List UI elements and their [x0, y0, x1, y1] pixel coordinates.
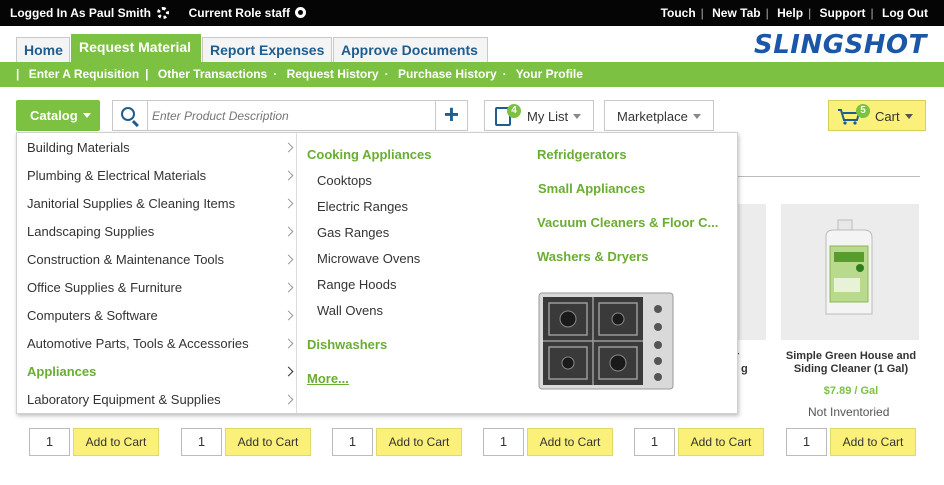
catalog-label: Catalog — [30, 108, 78, 123]
subnav-purchase-history[interactable]: Purchase History — [398, 67, 497, 81]
quantity-input[interactable]: 1 — [483, 428, 524, 456]
add-product-button[interactable]: + — [435, 101, 467, 130]
catalog-button[interactable]: Catalog — [16, 100, 100, 131]
add-to-cart-button[interactable]: Add to Cart — [527, 428, 613, 456]
divider — [738, 176, 920, 177]
add-to-cart-button[interactable]: Add to Cart — [376, 428, 462, 456]
submenu-range-hoods[interactable]: Range Hoods — [317, 277, 397, 292]
chevron-down-icon — [82, 113, 91, 118]
tab-request-material[interactable]: Request Material — [71, 34, 201, 62]
chevron-right-icon — [283, 198, 294, 209]
category-office-supplies[interactable]: Office Supplies & Furniture — [27, 280, 182, 295]
tab-report-expenses[interactable]: Report Expenses — [202, 37, 332, 62]
submenu-dishwashers[interactable]: Dishwashers — [307, 337, 387, 352]
submenu-cooktops[interactable]: Cooktops — [317, 173, 372, 188]
category-appliances[interactable]: Appliances — [27, 364, 96, 379]
chevron-right-icon — [283, 282, 294, 293]
submenu-electric-ranges[interactable]: Electric Ranges — [317, 199, 408, 214]
category-building-materials[interactable]: Building Materials — [27, 140, 130, 155]
help-link[interactable]: Help — [777, 6, 803, 20]
submenu-vacuum-cleaners[interactable]: Vacuum Cleaners & Floor C... — [537, 215, 718, 230]
marketplace-button[interactable]: Marketplace — [604, 100, 714, 131]
chevron-right-icon — [283, 226, 294, 237]
quantity-input[interactable]: 1 — [786, 428, 827, 456]
cart-label: Cart — [875, 109, 900, 124]
role-switch-icon[interactable] — [295, 7, 307, 18]
submenu-cooking-appliances[interactable]: Cooking Appliances — [307, 147, 431, 162]
quantity-input[interactable]: 1 — [181, 428, 222, 456]
category-laboratory[interactable]: Laboratory Equipment & Supplies — [27, 392, 221, 407]
search-icon[interactable] — [121, 107, 135, 121]
submenu-wall-ovens[interactable]: Wall Ovens — [317, 303, 383, 318]
chevron-right-icon — [283, 366, 294, 377]
chevron-right-icon — [283, 142, 294, 153]
log-out-link[interactable]: Log Out — [882, 6, 928, 20]
submenu-refrigerators[interactable]: Refridgerators — [537, 147, 627, 162]
role-value[interactable]: staff — [265, 6, 290, 20]
chevron-right-icon — [283, 338, 294, 349]
category-computers-software[interactable]: Computers & Software — [27, 308, 158, 323]
submenu-microwave-ovens[interactable]: Microwave Ovens — [317, 251, 420, 266]
cart-count-badge: 5 — [856, 104, 870, 118]
quantity-input[interactable]: 1 — [634, 428, 675, 456]
chevron-right-icon — [283, 310, 294, 321]
category-plumbing-electrical[interactable]: Plumbing & Electrical Materials — [27, 168, 206, 183]
add-to-cart-button[interactable]: Add to Cart — [678, 428, 764, 456]
chevron-down-icon — [573, 114, 582, 119]
chevron-down-icon — [904, 114, 913, 119]
category-janitorial[interactable]: Janitorial Supplies & Cleaning Items — [27, 196, 235, 211]
chevron-right-icon — [283, 394, 294, 405]
subnav-enter-requisition[interactable]: Enter A Requisition — [29, 67, 139, 81]
subnav-request-history[interactable]: Request History — [287, 67, 379, 81]
cooktop-image[interactable] — [537, 291, 675, 391]
category-construction-tools[interactable]: Construction & Maintenance Tools — [27, 252, 224, 267]
top-bar: Logged In As Paul Smith Current Role sta… — [0, 0, 944, 26]
quantity-input[interactable]: 1 — [29, 428, 70, 456]
role-label: Current Role — [188, 6, 262, 20]
chevron-right-icon — [283, 170, 294, 181]
submenu-more-link[interactable]: More... — [307, 371, 349, 386]
cart-button[interactable]: 5 Cart — [828, 100, 926, 131]
category-automotive[interactable]: Automotive Parts, Tools & Accessories — [27, 336, 249, 351]
my-list-label: My List — [527, 109, 569, 124]
not-inventoried-label: Not Inventoried — [808, 405, 890, 419]
new-tab-link[interactable]: New Tab — [712, 6, 760, 20]
search-box: + — [112, 100, 468, 131]
quantity-input[interactable]: 1 — [332, 428, 373, 456]
user-name[interactable]: Paul Smith — [89, 6, 151, 20]
add-to-cart-button[interactable]: Add to Cart — [225, 428, 311, 456]
touch-link[interactable]: Touch — [661, 6, 696, 20]
gear-icon[interactable] — [157, 7, 170, 19]
add-to-cart-button[interactable]: Add to Cart — [830, 428, 916, 456]
product-title-fragment: g — [741, 363, 748, 375]
my-list-button[interactable]: 4 My List — [484, 100, 594, 131]
cleaner-bottle-image — [825, 219, 873, 315]
slingshot-logo: SLINGSHOT — [754, 30, 927, 60]
top-links: Touch | New Tab | Help | Support | Log Out — [660, 6, 928, 20]
user-info: Logged In As Paul Smith Current Role sta… — [10, 6, 307, 20]
catalog-dropdown-menu: Building Materials Plumbing & Electrical… — [16, 132, 738, 414]
search-input[interactable] — [147, 101, 435, 130]
subnav-other-transactions[interactable]: Other Transactions — [158, 67, 267, 81]
add-to-cart-button[interactable]: Add to Cart — [73, 428, 159, 456]
category-landscaping[interactable]: Landscaping Supplies — [27, 224, 154, 239]
logged-in-label: Logged In As — [10, 6, 86, 20]
submenu-washers-dryers[interactable]: Washers & Dryers — [537, 249, 649, 264]
subnav-your-profile[interactable]: Your Profile — [516, 67, 583, 81]
submenu-gas-ranges[interactable]: Gas Ranges — [317, 225, 389, 240]
product-title[interactable]: Simple Green House and Siding Cleaner (1… — [780, 350, 922, 376]
tab-home[interactable]: Home — [16, 37, 70, 62]
my-list-count-badge: 4 — [507, 104, 521, 118]
chevron-down-icon — [692, 114, 701, 119]
tab-approve-documents[interactable]: Approve Documents — [333, 37, 488, 62]
marketplace-label: Marketplace — [617, 109, 688, 124]
sub-nav: | Enter A Requisition | Other Transaction… — [0, 62, 944, 87]
product-price: $7.89 / Gal — [823, 385, 879, 397]
chevron-right-icon — [283, 254, 294, 265]
submenu-small-appliances[interactable]: Small Appliances — [538, 181, 645, 196]
category-list: Building Materials Plumbing & Electrical… — [17, 133, 297, 413]
support-link[interactable]: Support — [820, 6, 866, 20]
